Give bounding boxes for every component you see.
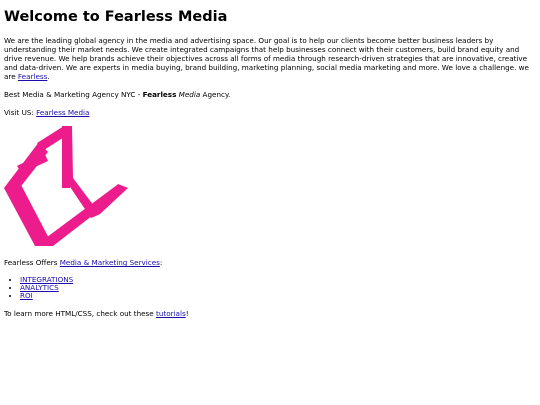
tutorials-link[interactable]: tutorials: [156, 309, 186, 318]
intro-text: We are the leading global agency in the …: [4, 36, 529, 81]
offers-line: Fearless Offers Media & Marketing Servic…: [4, 258, 536, 267]
tagline-start: Best Media & Marketing Agency NYC -: [4, 90, 143, 99]
offers-end: :: [159, 258, 163, 267]
fearless-media-logo-icon: [4, 126, 128, 246]
tagline-bold: Fearless: [142, 90, 177, 99]
services-link[interactable]: Media & Marketing Services: [60, 258, 160, 267]
tagline-end: Agency.: [200, 90, 231, 99]
list-item: ROI: [20, 292, 536, 300]
fearless-media-link[interactable]: Fearless Media: [36, 108, 89, 117]
page: Welcome to Fearless Media We are the lea…: [0, 0, 540, 405]
fearless-link[interactable]: Fearless: [18, 72, 47, 81]
learn-end: !: [185, 308, 189, 318]
tagline: Best Media & Marketing Agency NYC - Fear…: [4, 90, 536, 99]
logo-shape: [4, 126, 128, 246]
learn-text: To learn more HTML/CSS, check out these: [4, 308, 157, 318]
visit-label: Visit US:: [4, 108, 37, 117]
list-item: INTEGRATIONS: [20, 275, 536, 284]
learn-line: To learn more HTML/CSS, check out these …: [4, 309, 536, 318]
visit-line: Visit US: Fearless Media: [4, 108, 536, 117]
offers-label: Fearless Offers: [4, 258, 60, 267]
page-title: Welcome to Fearless Media: [4, 9, 228, 25]
roi-link[interactable]: ROI: [20, 291, 33, 300]
intro-end: .: [47, 72, 50, 81]
tagline-italic: Media: [178, 90, 201, 99]
intro-paragraph: We are the leading global agency in the …: [4, 36, 536, 81]
list-item: ANALYTICS: [20, 284, 536, 292]
services-list: INTEGRATIONS ANALYTICS ROI: [4, 275, 536, 301]
